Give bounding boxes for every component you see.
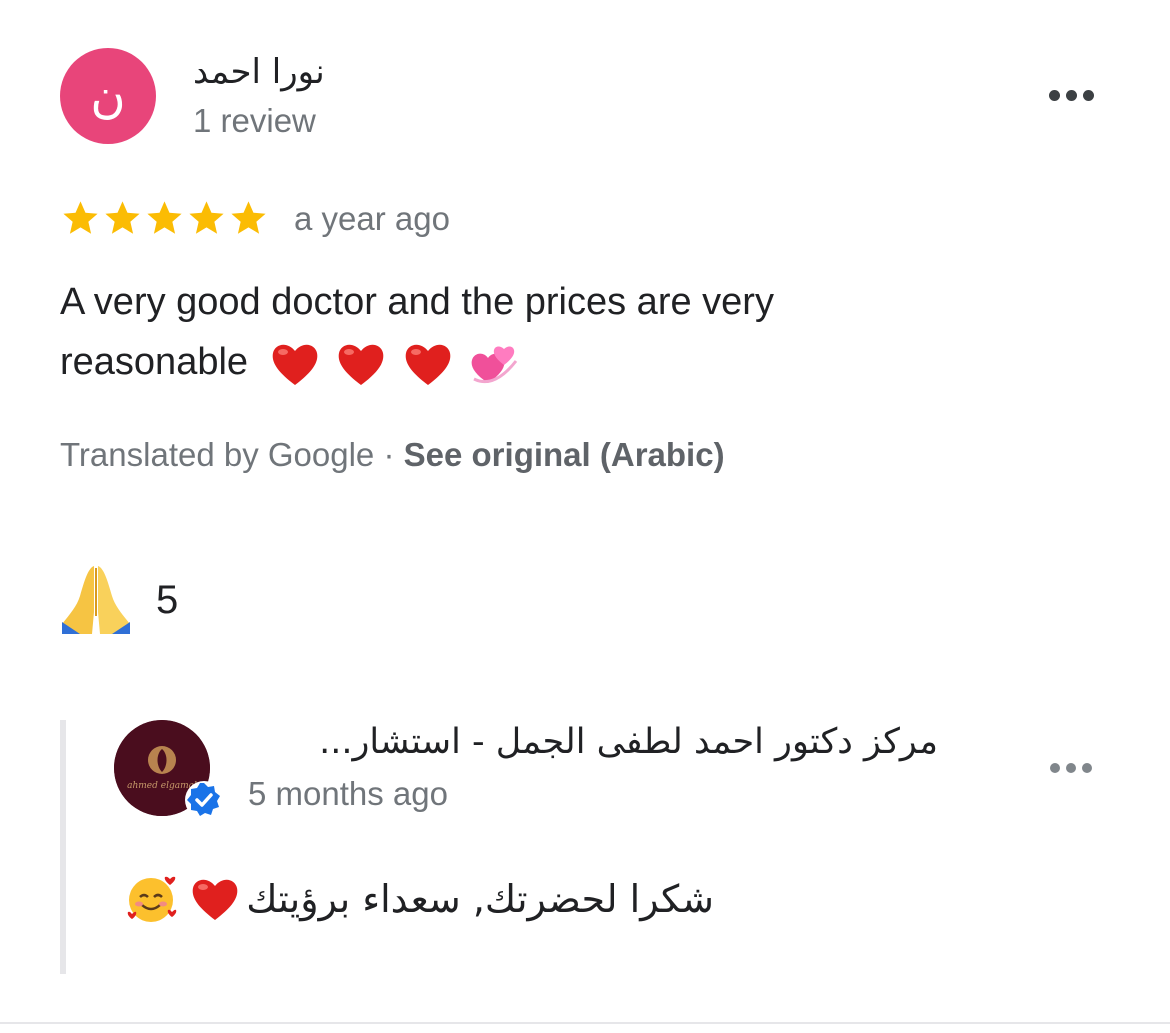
review-text: A very good doctor and the prices are ve… [60, 272, 940, 392]
reply-time: 5 months ago [248, 775, 448, 812]
star-icon [63, 201, 98, 234]
red-heart-icon [405, 344, 451, 385]
bottom-divider [0, 1022, 1170, 1024]
translated-by-label: Translated by Google [60, 436, 375, 473]
dot-icon [1083, 90, 1094, 101]
red-heart-icon [338, 344, 384, 385]
reply-more-options-button[interactable] [1050, 763, 1092, 773]
reviewer-review-count: 1 review [193, 102, 316, 139]
dot-icon [1049, 90, 1060, 101]
translation-note: Translated by Google · See original (Ara… [60, 436, 725, 474]
star-icon [147, 201, 182, 234]
separator: · [383, 436, 395, 473]
red-heart-icon [272, 344, 317, 385]
smiling-face-with-hearts-icon [127, 876, 177, 922]
red-heart-icon [192, 879, 238, 920]
like-count: 5 [156, 578, 179, 622]
star-icon [105, 201, 140, 234]
dot-icon [1066, 763, 1076, 773]
star-icon [189, 201, 224, 234]
dot-icon [1082, 763, 1092, 773]
owner-name[interactable]: مركز دكتور احمد لطفى الجمل - استشار... [248, 722, 938, 762]
reply-indent-bar [60, 720, 66, 974]
verified-badge-icon [185, 781, 223, 819]
dot-icon [1066, 90, 1077, 101]
review-more-options-button[interactable] [1049, 90, 1094, 101]
reply-text: شكرا لحضرتك, سعداء برؤيتك [114, 873, 714, 925]
folded-hands-icon[interactable] [58, 560, 134, 636]
see-original-link[interactable]: See original (Arabic) [404, 436, 725, 473]
rating-stars [60, 198, 269, 239]
reviewer-avatar[interactable]: ن [60, 48, 156, 144]
star-icon [231, 201, 266, 234]
dot-icon [1050, 763, 1060, 773]
review-time: a year ago [294, 200, 450, 237]
reply-text-content: شكرا لحضرتك, سعداء برؤيتك [246, 877, 714, 921]
reviewer-name[interactable]: نورا احمد [193, 52, 325, 92]
revolving-hearts-icon [471, 346, 518, 384]
